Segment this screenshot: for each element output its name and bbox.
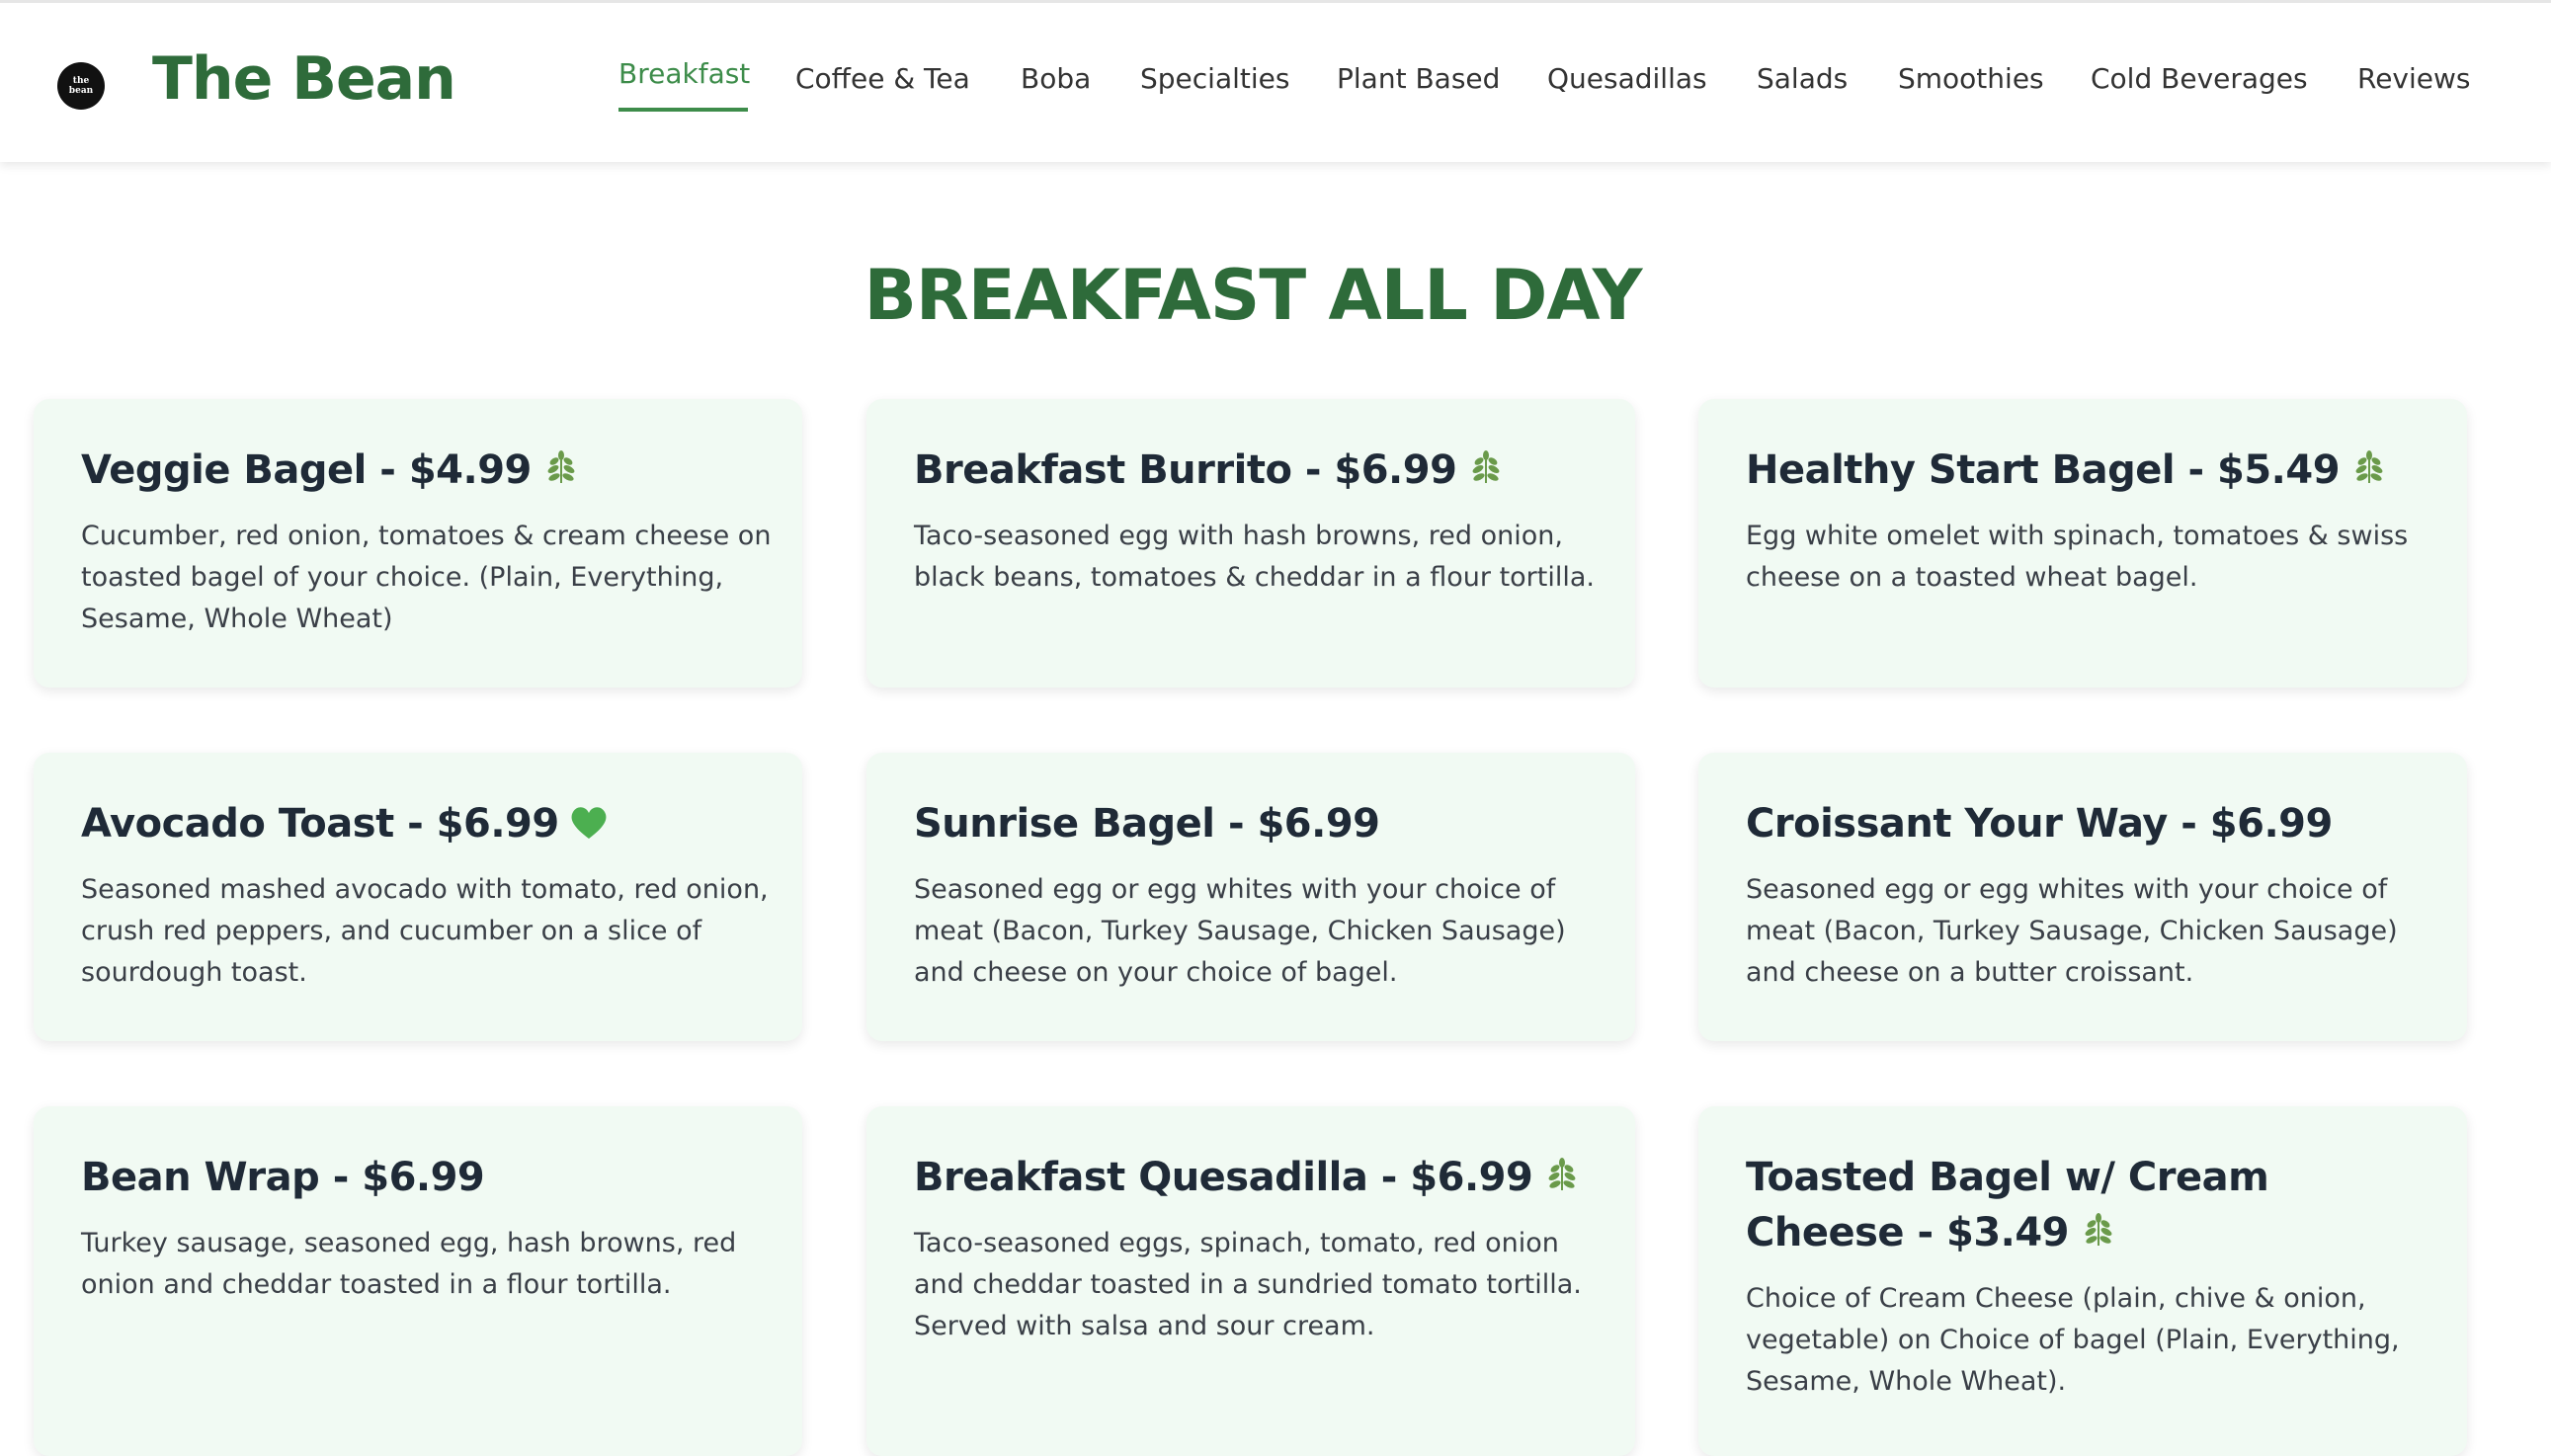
menu-card-croissant-your-way: Croissant Your Way - $6.99 Seasoned egg … (1698, 753, 2467, 1041)
menu-item-description: Taco-seasoned eggs, spinach, tomato, red… (914, 1228, 1582, 1341)
logo-text: the bean (68, 76, 94, 96)
menu-item-description: Seasoned egg or egg whites with your cho… (1746, 874, 2398, 988)
menu-item-title: Healthy Start Bagel - $5.49 (1746, 443, 2437, 502)
nav-cold-beverages[interactable]: Cold Beverages (2091, 62, 2308, 95)
nav-reviews[interactable]: Reviews (2357, 62, 2471, 95)
leaf-icon (2349, 446, 2389, 502)
nav-plant-based[interactable]: Plant Based (1337, 62, 1500, 95)
menu-card-healthy-start-bagel: Healthy Start Bagel - $5.49 Egg white om… (1698, 399, 2467, 688)
section-title: BREAKFAST ALL DAY (864, 255, 1642, 336)
menu-item-title: Breakfast Quesadilla - $6.99 (914, 1150, 1605, 1209)
menu-item-title: Sunrise Bagel - $6.99 (914, 801, 1380, 847)
menu-item-description: Cucumber, red onion, tomatoes & cream ch… (81, 521, 772, 634)
leaf-icon (2079, 1209, 2118, 1264)
menu-item-description: Seasoned mashed avocado with tomato, red… (81, 874, 769, 988)
site-header: the bean The Bean Breakfast Coffee & Tea… (0, 0, 2551, 162)
menu-item-title: Breakfast Burrito - $6.99 (914, 443, 1605, 502)
menu-card-avocado-toast: Avocado Toast - $6.99 Seasoned mashed av… (34, 753, 802, 1041)
leaf-icon (1542, 1154, 1582, 1209)
nav-boba[interactable]: Boba (1021, 62, 1091, 95)
menu-item-title: Toasted Bagel w/ Cream Cheese - $3.49 (1746, 1150, 2437, 1264)
leaf-icon (1466, 446, 1506, 502)
menu-item-description: Choice of Cream Cheese (plain, chive & o… (1746, 1283, 2400, 1397)
menu-card-toasted-bagel-cream-cheese: Toasted Bagel w/ Cream Cheese - $3.49 Ch… (1698, 1106, 2467, 1456)
leaf-icon (541, 446, 581, 502)
menu-item-description: Egg white omelet with spinach, tomatoes … (1746, 521, 2409, 593)
menu-card-veggie-bagel: Veggie Bagel - $4.99 Cucumber, red onion… (34, 399, 802, 688)
brand-logo[interactable]: the bean (57, 62, 105, 110)
menu-item-title: Veggie Bagel - $4.99 (81, 443, 773, 502)
nav-salads[interactable]: Salads (1757, 62, 1848, 95)
menu-item-title: Bean Wrap - $6.99 (81, 1155, 485, 1200)
brand-name[interactable]: The Bean (152, 44, 456, 114)
menu-card-breakfast-burrito: Breakfast Burrito - $6.99 Taco-seasoned … (866, 399, 1635, 688)
green-heart-icon (569, 800, 609, 855)
menu-item-description: Seasoned egg or egg whites with your cho… (914, 874, 1566, 988)
nav-specialties[interactable]: Specialties (1140, 62, 1289, 95)
active-tab-underline (618, 108, 748, 112)
menu-item-title: Croissant Your Way - $6.99 (1746, 801, 2333, 847)
nav-coffee-tea[interactable]: Coffee & Tea (795, 62, 970, 95)
menu-card-sunrise-bagel: Sunrise Bagel - $6.99 Seasoned egg or eg… (866, 753, 1635, 1041)
menu-card-bean-wrap: Bean Wrap - $6.99 Turkey sausage, season… (34, 1106, 802, 1456)
menu-item-description: Taco-seasoned egg with hash browns, red … (914, 521, 1595, 593)
menu-item-description: Turkey sausage, seasoned egg, hash brown… (81, 1228, 737, 1300)
nav-breakfast[interactable]: Breakfast (618, 57, 750, 90)
menu-card-breakfast-quesadilla: Breakfast Quesadilla - $6.99 Taco-season… (866, 1106, 1635, 1456)
menu-item-title: Avocado Toast - $6.99 (81, 796, 773, 855)
nav-smoothies[interactable]: Smoothies (1898, 62, 2044, 95)
nav-quesadillas[interactable]: Quesadillas (1547, 62, 1707, 95)
